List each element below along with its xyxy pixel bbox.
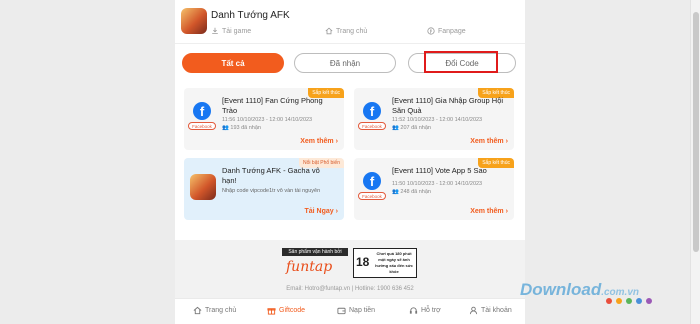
fanpage-link-label: Fanpage <box>438 27 466 35</box>
nav-giftcode[interactable]: Giftcode <box>267 306 305 315</box>
home-link-label: Trang chủ <box>336 27 368 35</box>
see-more-label: Xem thêm <box>300 138 334 145</box>
game-icon <box>181 8 207 34</box>
watermark-dots <box>606 298 652 304</box>
card-received-count: 👥 193 đã nhận <box>222 125 340 132</box>
age-warning: Chơi quá 180 phút một ngày sẽ ảnh hưởng … <box>375 251 413 274</box>
game-icon <box>190 174 216 200</box>
see-more-button[interactable]: Xem thêm › <box>470 138 508 145</box>
see-more-button[interactable]: Xem thêm › <box>300 138 338 145</box>
footer: Sản phẩm vận hành bởi funtap 18 Chơi quá… <box>175 240 525 298</box>
tab-bar: Tất cả Đã nhận Đổi Code <box>175 51 525 75</box>
nav-support[interactable]: Hỗ trợ <box>409 306 441 315</box>
age-rating: 18 <box>356 255 370 269</box>
download-now-label: Tải Ngay <box>304 208 334 215</box>
download-game-link[interactable]: Tải game <box>211 27 251 35</box>
card-description: Nhập code vipcode1tr vô vàn tài nguyên <box>222 188 321 194</box>
nav-account-label: Tài khoản <box>481 307 512 314</box>
download-now-button[interactable]: Tải Ngay › <box>304 208 338 215</box>
giftcode-app: Danh Tướng AFK Tải game Trang chủ Fanpag… <box>175 0 525 324</box>
headset-icon <box>409 307 418 314</box>
fanpage-link[interactable]: Fanpage <box>427 27 466 35</box>
age-rating-box: 18 Chơi quá 180 phút một ngày sẽ ảnh hưở… <box>353 248 417 278</box>
event-card[interactable]: Sắp kết thúc f Facebook [Event 1110] Vot… <box>354 158 514 220</box>
watermark-dot <box>606 298 612 304</box>
see-more-button[interactable]: Xem thêm › <box>470 208 508 215</box>
contact-info: Email: Hotro@funtap.vn | Hotline: 1900 6… <box>286 286 414 292</box>
chevron-right-icon: › <box>505 138 508 145</box>
card-title: [Event 1110] Vote App 5 Sao <box>392 166 487 175</box>
nav-support-label: Hỗ trợ <box>421 307 441 314</box>
see-more-label: Xem thêm <box>470 208 504 215</box>
watermark-text: Download <box>520 280 602 299</box>
watermark-dot <box>626 298 632 304</box>
nav-giftcode-label: Giftcode <box>279 307 306 314</box>
card-received-count: 👥 207 đã nhận <box>392 125 510 132</box>
facebook-icon: f <box>363 102 381 120</box>
bottom-nav: Trang chủ Giftcode Nạp tiền Hỗ trợ Tài k… <box>175 298 525 324</box>
funtap-logo: funtap <box>286 259 333 275</box>
watermark-tld: .com.vn <box>601 287 640 298</box>
card-received-label: 193 đã nhận <box>230 125 261 131</box>
tab-received[interactable]: Đã nhận <box>294 53 396 73</box>
scrollbar-thumb[interactable] <box>693 12 699 252</box>
nav-account[interactable]: Tài khoản <box>469 306 512 315</box>
nav-home[interactable]: Trang chủ <box>193 306 236 315</box>
tab-all[interactable]: Tất cả <box>182 53 284 73</box>
facebook-logo: f Facebook <box>358 102 386 130</box>
event-card[interactable]: Sắp kết thúc f Facebook [Event 1110] Fan… <box>184 88 344 150</box>
page-scrollbar[interactable] <box>690 0 700 324</box>
home-icon <box>325 27 333 35</box>
game-title: Danh Tướng AFK <box>211 10 290 21</box>
wallet-icon <box>337 307 346 315</box>
download-icon <box>212 27 218 34</box>
chevron-right-icon: › <box>335 208 338 215</box>
card-received-count: 👥 248 đã nhận <box>392 189 510 196</box>
card-date: 11:50 10/10/2023 - 12:00 14/10/2023 <box>392 181 483 187</box>
nav-home-label: Trang chủ <box>205 307 237 314</box>
event-card[interactable]: Sắp kết thúc f Facebook [Event 1110] Gia… <box>354 88 514 150</box>
facebook-logo: f Facebook <box>358 172 386 200</box>
facebook-logo: f Facebook <box>188 102 216 130</box>
watermark-dot <box>616 298 622 304</box>
card-received-label: 248 đã nhận <box>400 189 431 195</box>
chevron-right-icon: › <box>335 138 338 145</box>
card-received-label: 207 đã nhận <box>400 125 431 131</box>
home-icon <box>193 306 202 315</box>
card-date: 11:56 10/10/2023 - 12:00 14/10/2023 <box>222 117 313 123</box>
header: Danh Tướng AFK Tải game Trang chủ Fanpag… <box>175 0 525 44</box>
download-watermark: Download.com.vn <box>520 280 639 300</box>
facebook-icon: f <box>363 172 381 190</box>
card-title: Danh Tướng AFK - Gacha vô hạn! <box>222 166 320 185</box>
publisher-label: Sản phẩm vận hành bởi <box>282 248 348 256</box>
facebook-pill: Facebook <box>188 122 216 130</box>
nav-topup[interactable]: Nạp tiền <box>337 306 375 315</box>
chevron-right-icon: › <box>505 208 508 215</box>
home-link[interactable]: Trang chủ <box>325 27 367 35</box>
card-title: [Event 1110] Fan Cứng Phong Trào <box>222 96 323 115</box>
see-more-label: Xem thêm <box>470 138 504 145</box>
watermark-dot <box>636 298 642 304</box>
publisher-block: Sản phẩm vận hành bởi funtap <box>282 248 348 282</box>
facebook-icon <box>427 27 435 35</box>
card-title: [Event 1110] Gia Nhập Group Hội Săn Quà <box>392 96 504 115</box>
nav-topup-label: Nạp tiền <box>349 307 376 314</box>
download-game-label: Tải game <box>222 27 252 35</box>
gift-icon <box>267 308 276 315</box>
watermark-dot <box>646 298 652 304</box>
redeem-tab-highlight-box <box>424 51 498 73</box>
facebook-pill: Facebook <box>358 122 386 130</box>
user-icon <box>469 306 478 315</box>
card-date: 11:52 10/10/2023 - 12:00 14/10/2023 <box>392 117 483 123</box>
facebook-icon: f <box>193 102 211 120</box>
promo-card[interactable]: Nổi bật Phổ biến Danh Tướng AFK - Gacha … <box>184 158 344 220</box>
facebook-pill: Facebook <box>358 192 386 200</box>
